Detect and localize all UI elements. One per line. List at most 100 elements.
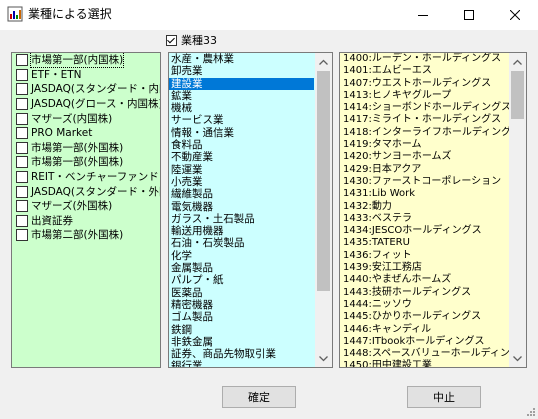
bar-chart-icon: [7, 6, 23, 22]
market-item[interactable]: 市場第一部(外国株): [12, 155, 160, 170]
stock-item[interactable]: 1436:フィット: [340, 250, 509, 262]
stock-scroll-thumb[interactable]: [511, 71, 524, 119]
market-checkbox[interactable]: [16, 112, 28, 125]
industry-item[interactable]: 電気機器: [169, 201, 315, 213]
stock-item[interactable]: 1413:ヒノキヤグループ: [340, 90, 509, 102]
industry-list[interactable]: 水産・農林業 卸売業 建設業 鉱業 機械 サービス業 情報・通信業 食料品 不動産業 陸運業 小売業…: [168, 52, 333, 368]
stock-item[interactable]: 1450:田中建設工業: [340, 360, 509, 367]
industry-item[interactable]: パルプ・紙: [169, 274, 315, 286]
scroll-up-arrow-icon[interactable]: [315, 53, 332, 70]
industry-item[interactable]: 不動産業: [169, 151, 315, 163]
market-checkbox[interactable]: [16, 156, 28, 169]
market-item[interactable]: 市場第一部(外国株): [12, 141, 160, 156]
stock-item[interactable]: 1443:技研ホールディングス: [340, 287, 509, 299]
industry-item[interactable]: 小売業: [169, 176, 315, 188]
market-label: 市場第一部(内国株): [29, 53, 125, 69]
industry-item[interactable]: ガラス・土石製品: [169, 213, 315, 225]
industry-item[interactable]: サービス業: [169, 114, 315, 126]
market-list[interactable]: 市場第一部(内国株)ETF・ETN JASDAQ(スタンダード・内国株) JASDA…: [11, 52, 161, 368]
industry-item[interactable]: 卸売業: [169, 65, 315, 77]
industry-item[interactable]: 非鉄金属: [169, 336, 315, 348]
market-item[interactable]: マザーズ(内国株): [12, 111, 160, 126]
stock-item[interactable]: 1445:ひかりホールディングス: [340, 311, 509, 323]
industry-scrollbar[interactable]: [315, 53, 332, 367]
industry-item[interactable]: 建設業: [169, 77, 314, 90]
minimize-button[interactable]: [400, 0, 446, 30]
stock-item[interactable]: 1446:キャンディル: [340, 324, 509, 336]
industry-item[interactable]: 鉱業: [169, 90, 315, 102]
market-item[interactable]: ETF・ETN: [12, 68, 160, 83]
industry-item[interactable]: 機械: [169, 102, 315, 114]
market-item[interactable]: マザーズ(外国株): [12, 199, 160, 214]
maximize-button[interactable]: [446, 0, 492, 30]
stock-item[interactable]: 1429:日本アクア: [340, 164, 509, 176]
market-item[interactable]: REIT・ベンチャーファンド・カントリーファンド・インフラファンド: [12, 170, 160, 185]
industry-item[interactable]: 医薬品: [169, 287, 315, 299]
industry-item[interactable]: 陸運業: [169, 164, 315, 176]
stock-item[interactable]: 1418:インターライフホールディングス: [340, 127, 521, 139]
stock-item[interactable]: 1444:ニッソウ: [340, 299, 509, 311]
industry-item[interactable]: 鉄鋼: [169, 324, 315, 336]
market-item[interactable]: 出資証券: [12, 214, 160, 229]
market-item[interactable]: JASDAQ(グロース・内国株): [12, 97, 160, 112]
stock-item[interactable]: 1414:ショーボンドホールディングス: [340, 102, 511, 114]
industry-item[interactable]: 精密機器: [169, 299, 315, 311]
industry-item[interactable]: 証券、商品先物取引業: [169, 348, 315, 360]
industry-item[interactable]: 繊維製品: [169, 188, 315, 200]
stock-item[interactable]: 1448:スペースバリューホールディングス: [340, 348, 526, 360]
stock-item[interactable]: 1447:ITbookホールディングス: [340, 336, 509, 348]
market-checkbox[interactable]: [16, 127, 28, 140]
market-checkbox[interactable]: [16, 141, 28, 154]
stock-scrollbar[interactable]: [509, 53, 526, 367]
stock-item[interactable]: 1440:やまぜんホームズ: [340, 274, 509, 286]
market-checkbox[interactable]: [16, 54, 28, 67]
industry-item[interactable]: 金属製品: [169, 262, 315, 274]
industry-item[interactable]: ゴム製品: [169, 311, 315, 323]
stock-item[interactable]: 1439:安江工務店: [340, 262, 509, 274]
scroll-down-arrow-icon[interactable]: [315, 350, 332, 367]
stock-item[interactable]: 1417:ミライト・ホールディングス: [340, 114, 509, 126]
close-button[interactable]: [492, 0, 538, 30]
market-checkbox[interactable]: [16, 214, 28, 227]
stock-item[interactable]: 1431:Lib Work: [340, 188, 509, 200]
market-checkbox[interactable]: [16, 68, 28, 81]
industry33-checkbox[interactable]: 業種33: [166, 32, 217, 48]
market-label: JASDAQ(スタンダード・外国株): [31, 185, 160, 198]
stock-item[interactable]: 1435:TATERU: [340, 237, 509, 249]
stock-item[interactable]: 1407:ウエストホールディングス: [340, 78, 509, 90]
scroll-up-arrow-icon[interactable]: [509, 53, 526, 70]
stock-list[interactable]: 1400:ルーデン・ホールディングス 1401:エムビーエス 1407:ウエストホー…: [339, 52, 527, 368]
resize-grip-icon[interactable]: [526, 407, 536, 417]
stock-item[interactable]: 1430:ファーストコーポレーション: [340, 176, 509, 188]
industry-item[interactable]: 情報・通信業: [169, 127, 315, 139]
industry-item[interactable]: 銀行業: [169, 360, 315, 367]
market-checkbox[interactable]: [16, 185, 28, 198]
market-checkbox[interactable]: [16, 200, 28, 213]
scroll-down-arrow-icon[interactable]: [509, 350, 526, 367]
industry-item[interactable]: 化学: [169, 250, 315, 262]
stock-item[interactable]: 1419:タマホーム: [340, 139, 509, 151]
stock-item[interactable]: 1432:動力: [340, 201, 509, 213]
market-item[interactable]: 市場第二部(外国株): [12, 228, 160, 243]
market-item[interactable]: PRO Market: [12, 126, 160, 141]
market-checkbox[interactable]: [16, 171, 28, 184]
confirm-button[interactable]: 確定: [222, 386, 296, 408]
cancel-button[interactable]: 中止: [407, 386, 481, 408]
market-checkbox[interactable]: [16, 229, 28, 242]
stock-item[interactable]: 1400:ルーデン・ホールディングス: [340, 53, 509, 65]
market-checkbox[interactable]: [16, 98, 28, 111]
industry-item[interactable]: 石油・石炭製品: [169, 237, 315, 249]
industry-item[interactable]: 水産・農林業: [169, 53, 315, 65]
checkbox-box[interactable]: [166, 34, 177, 46]
stock-item[interactable]: 1420:サンヨーホームズ: [340, 151, 509, 163]
market-item[interactable]: 市場第一部(内国株): [12, 53, 160, 69]
industry-scroll-thumb[interactable]: [317, 71, 330, 291]
stock-item[interactable]: 1433:ベステラ: [340, 213, 509, 225]
market-item[interactable]: JASDAQ(スタンダード・内国株): [12, 82, 160, 97]
industry-item[interactable]: 輸送用機器: [169, 225, 315, 237]
industry-item[interactable]: 食料品: [169, 139, 315, 151]
market-item[interactable]: JASDAQ(スタンダード・外国株): [12, 184, 160, 199]
stock-item[interactable]: 1434:JESCOホールディングス: [340, 225, 509, 237]
market-checkbox[interactable]: [16, 83, 28, 96]
stock-item[interactable]: 1401:エムビーエス: [340, 65, 509, 77]
